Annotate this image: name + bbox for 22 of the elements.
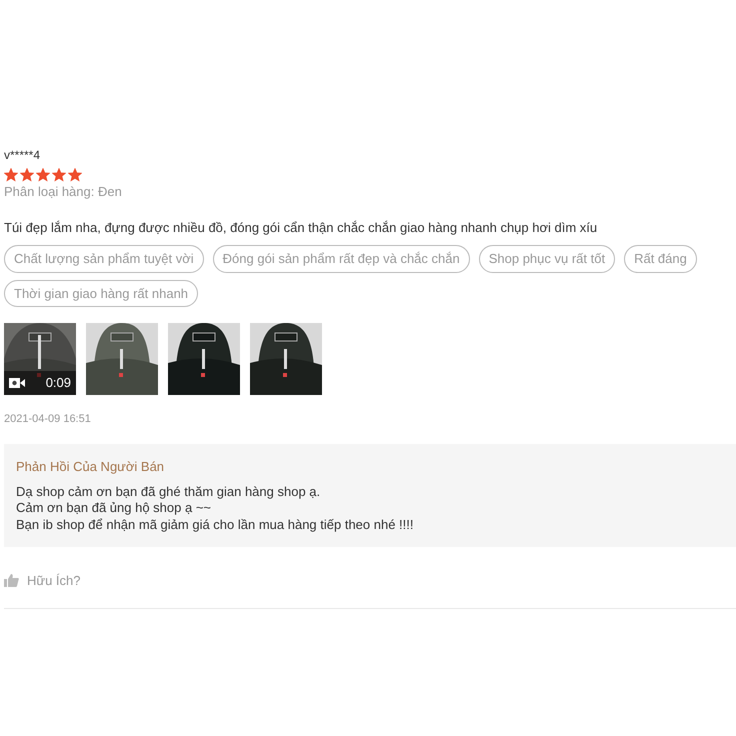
star-icon [68, 168, 82, 182]
review-tag: Chất lượng sản phẩm tuyệt vời [4, 245, 204, 272]
star-icon [4, 168, 18, 182]
username: v*****4 [4, 147, 42, 164]
seller-reply-text: Cảm ơn bạn đã ủng hộ shop ạ ~~ [16, 500, 212, 516]
seller-reply-text: Dạ shop cảm ơn bạn đã ghé thăm gian hàng shop ạ. [16, 484, 322, 500]
video-camera-icon [9, 378, 25, 388]
variation-label: Phân loại hàng: Đen [4, 183, 123, 201]
review-date: 2021-04-09 16:51 [4, 412, 92, 427]
thumbs-up-icon[interactable] [4, 574, 19, 587]
seller-reply-text: Bạn ib shop để nhận mã giảm giá cho lần mua hàng tiếp theo nhé !!!! [16, 516, 414, 533]
star-icon [36, 168, 50, 182]
helpful-button[interactable]: Hữu Ích? [27, 570, 81, 590]
review-tag: Đóng gói sản phẩm rất đẹp và chắc chắn [212, 245, 470, 272]
star-icon [20, 168, 34, 182]
review-comment: Túi đẹp lắm nha, đựng được nhiều đồ, đóng gói cẩn thận chắc chắn giao hàng nhanh chụp hơi dìm xíu [4, 218, 598, 237]
review-tag: Shop phục vụ rất tốt [478, 245, 616, 272]
seller-reply-title: Phản Hồi Của Người Bán [16, 458, 166, 476]
star-icon [52, 168, 66, 182]
review-tag: Thời gian giao hàng rất nhanh [4, 280, 198, 307]
review-tag: Rất đáng [624, 245, 697, 272]
video-duration: 0:09 [46, 374, 71, 392]
